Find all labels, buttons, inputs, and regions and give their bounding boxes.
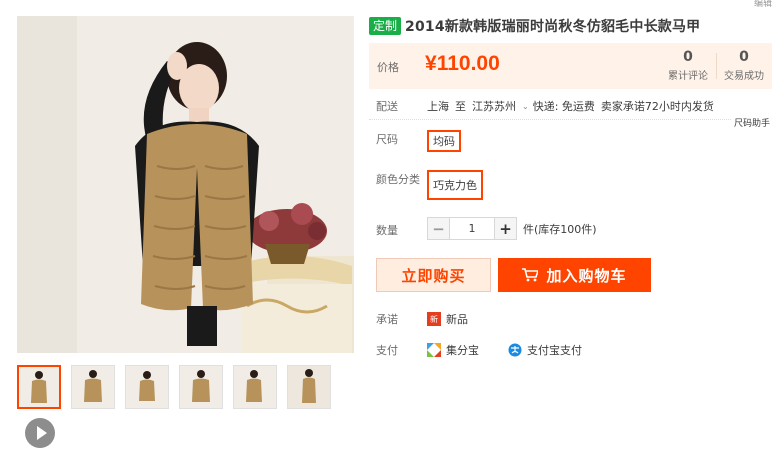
price-amount: 110.00	[436, 52, 500, 75]
play-icon	[36, 426, 47, 440]
stat-transactions-value: 0	[739, 49, 749, 65]
shipping-label: 配送	[376, 100, 398, 113]
size-option-text: 均码	[433, 135, 455, 148]
shipping-destination[interactable]: 江苏苏州	[472, 98, 516, 114]
payment-label: 支付	[376, 344, 398, 357]
alipay-icon	[508, 343, 522, 357]
size-label: 尺码	[376, 133, 398, 146]
shipping-to-word: 至	[455, 100, 466, 113]
main-product-image[interactable]	[17, 16, 354, 353]
promise-new-product-text: 新品	[446, 313, 468, 326]
price-value: ¥110.00	[425, 52, 500, 76]
new-product-icon: 新	[427, 312, 441, 326]
jifenbao-icon	[427, 343, 441, 357]
stat-transactions-label: 交易成功	[724, 71, 764, 82]
color-option[interactable]: 巧克力色	[427, 170, 483, 200]
stat-reviews[interactable]: 0 累计评论	[666, 49, 710, 82]
color-option-text: 巧克力色	[433, 179, 477, 192]
thumbnail-4[interactable]	[179, 365, 223, 409]
quantity-minus-button[interactable]: −	[427, 217, 450, 240]
stat-reviews-label: 累计评论	[668, 71, 708, 82]
add-to-cart-label: 加入购物车	[546, 266, 627, 285]
quantity-stepper: − 1 + 件(库存100件)	[427, 217, 597, 240]
payment-jifenbao[interactable]: 集分宝	[427, 342, 479, 358]
stat-divider	[716, 53, 717, 79]
product-title-row: 定制 2014新款韩版瑞丽时尚秋冬仿貂毛中长款马甲	[369, 16, 700, 36]
shipping-from: 上海	[427, 100, 449, 113]
currency-symbol: ¥	[425, 52, 437, 75]
shipping-row: 配送 上海 至 江苏苏州 ⌄ 快递: 免运费 卖家承诺72小时内发货	[376, 98, 720, 114]
stat-reviews-value: 0	[683, 49, 693, 65]
payment-alipay[interactable]: 支付宝支付	[508, 342, 582, 358]
size-option[interactable]: 均码	[427, 130, 461, 152]
price-label: 价格	[377, 61, 399, 74]
size-helper-link[interactable]: 尺码助手	[732, 116, 771, 129]
payment-jifenbao-text: 集分宝	[446, 344, 479, 357]
promise-new-product[interactable]: 新 新品	[427, 311, 468, 327]
product-title: 2014新款韩版瑞丽时尚秋冬仿貂毛中长款马甲	[405, 19, 701, 35]
quantity-plus-button[interactable]: +	[494, 217, 517, 240]
thumbnail-strip	[17, 365, 331, 409]
thumbnail-3[interactable]	[125, 365, 169, 409]
add-to-cart-button[interactable]: 加入购物车	[498, 258, 651, 292]
buy-now-label: 立即购买	[401, 266, 466, 285]
stock-text: 件(库存100件)	[523, 222, 597, 236]
stat-transactions[interactable]: 0 交易成功	[722, 49, 766, 82]
thumbnail-6[interactable]	[287, 365, 331, 409]
thumbnail-1[interactable]	[17, 365, 61, 409]
color-label: 颜色分类	[376, 173, 420, 186]
shipping-promise: 卖家承诺72小时内发货	[600, 100, 714, 113]
price-box: 价格 ¥110.00 0 累计评论 0 交易成功	[369, 43, 772, 89]
quantity-input[interactable]: 1	[450, 217, 494, 240]
cart-icon	[522, 268, 539, 282]
promise-label: 承诺	[376, 313, 398, 326]
thumbnail-2[interactable]	[71, 365, 115, 409]
buy-now-button[interactable]: 立即购买	[376, 258, 491, 292]
payment-row: 支付 集分宝 支付宝支付	[376, 342, 611, 358]
chevron-down-icon[interactable]: ⌄	[522, 102, 529, 111]
shipping-express: 快递: 免运费	[532, 100, 595, 113]
quantity-label: 数量	[376, 224, 398, 237]
divider	[369, 119, 769, 120]
payment-alipay-text: 支付宝支付	[527, 344, 582, 357]
custom-badge: 定制	[369, 17, 402, 35]
edit-corner-label[interactable]: 编辑	[754, 0, 772, 9]
promise-row: 承诺 新 新品	[376, 311, 497, 327]
video-play-button[interactable]	[25, 418, 55, 448]
thumbnail-5[interactable]	[233, 365, 277, 409]
